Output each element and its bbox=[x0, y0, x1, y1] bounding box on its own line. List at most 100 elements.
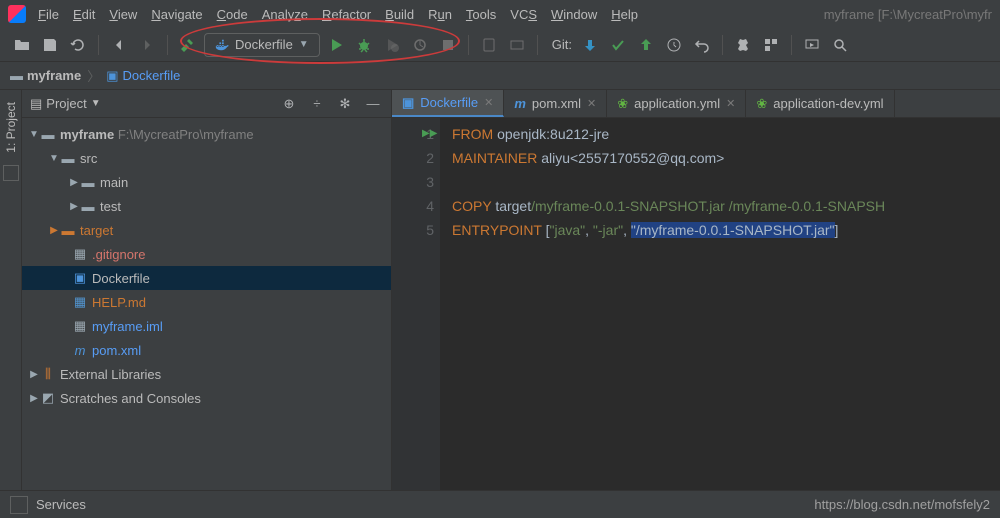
tree-scratches[interactable]: ◩ Scratches and Consoles bbox=[22, 386, 391, 410]
expand-all-icon[interactable]: ÷ bbox=[307, 94, 327, 114]
presentation-icon[interactable] bbox=[800, 33, 824, 57]
menu-analyze[interactable]: Analyze bbox=[262, 7, 308, 22]
profile-icon[interactable] bbox=[408, 33, 432, 57]
menu-view[interactable]: View bbox=[109, 7, 137, 22]
tab-dockerfile[interactable]: ▣ Dockerfile ✕ bbox=[392, 90, 504, 117]
run-icon[interactable] bbox=[324, 33, 348, 57]
menu-tools[interactable]: Tools bbox=[466, 7, 496, 22]
tree-main[interactable]: ▬ main bbox=[22, 170, 391, 194]
coverage-icon[interactable] bbox=[380, 33, 404, 57]
close-icon[interactable]: ✕ bbox=[587, 97, 596, 110]
tool-window-toggle[interactable] bbox=[10, 496, 28, 514]
tree-help[interactable]: ▦ HELP.md bbox=[22, 290, 391, 314]
gear-icon[interactable]: ✻ bbox=[335, 94, 355, 114]
spring-icon: ❀ bbox=[617, 96, 628, 112]
locate-icon[interactable]: ⊕ bbox=[279, 94, 299, 114]
git-update-icon[interactable] bbox=[578, 33, 602, 57]
git-history-icon[interactable] bbox=[662, 33, 686, 57]
debug-icon[interactable] bbox=[352, 33, 376, 57]
sdk-icon[interactable] bbox=[505, 33, 529, 57]
menu-help[interactable]: Help bbox=[611, 7, 638, 22]
git-rollback-icon[interactable] bbox=[690, 33, 714, 57]
back-icon[interactable] bbox=[107, 33, 131, 57]
stop-icon[interactable] bbox=[436, 33, 460, 57]
maven-icon: m bbox=[514, 96, 526, 111]
tab-pom[interactable]: m pom.xml ✕ bbox=[504, 90, 607, 117]
menu-run[interactable]: Run bbox=[428, 7, 452, 22]
folder-icon: ▬ bbox=[60, 151, 76, 166]
structure-tool-tab[interactable] bbox=[3, 165, 19, 181]
folder-icon: ▬ bbox=[80, 199, 96, 214]
hide-icon[interactable]: — bbox=[363, 94, 383, 114]
library-icon: ⫼ bbox=[40, 366, 56, 382]
breadcrumb-file[interactable]: ▣ Dockerfile bbox=[106, 68, 180, 84]
git-push-icon[interactable] bbox=[634, 33, 658, 57]
folder-icon: ▬ bbox=[10, 68, 23, 83]
docker-icon: ▣ bbox=[402, 95, 414, 111]
tab-app-dev-yml[interactable]: ❀ application-dev.yml bbox=[746, 90, 894, 117]
chevron-down-icon: ▼ bbox=[299, 39, 309, 50]
docker-icon bbox=[215, 38, 229, 52]
tree-test[interactable]: ▬ test bbox=[22, 194, 391, 218]
code-editor[interactable]: FROM openjdk:8u212-jreMAINTAINER aliyu<2… bbox=[440, 118, 1000, 490]
close-icon[interactable]: ✕ bbox=[726, 97, 735, 110]
scratches-icon: ◩ bbox=[40, 390, 56, 406]
run-config-dropdown[interactable]: Dockerfile ▼ bbox=[204, 33, 320, 57]
editor-gutter: 1▶▶ 2 3 4 5 bbox=[392, 118, 440, 490]
chevron-down-icon: ▼ bbox=[91, 98, 101, 109]
folder-icon: ▬ bbox=[80, 175, 96, 190]
forward-icon[interactable] bbox=[135, 33, 159, 57]
tab-app-yml[interactable]: ❀ application.yml ✕ bbox=[607, 90, 746, 117]
search-icon[interactable] bbox=[828, 33, 852, 57]
breadcrumb: ▬ myframe 〉 ▣ Dockerfile bbox=[0, 62, 1000, 90]
hammer-icon[interactable] bbox=[176, 33, 200, 57]
project-tree: ▬ myframe F:\MycreatPro\myframe ▬ src ▬ … bbox=[22, 118, 391, 414]
tree-src[interactable]: ▬ src bbox=[22, 146, 391, 170]
open-icon[interactable] bbox=[10, 33, 34, 57]
git-commit-icon[interactable] bbox=[606, 33, 630, 57]
save-icon[interactable] bbox=[38, 33, 62, 57]
menu-file[interactable]: File bbox=[38, 7, 59, 22]
close-icon[interactable]: ✕ bbox=[484, 96, 493, 109]
tree-root[interactable]: ▬ myframe F:\MycreatPro\myframe bbox=[22, 122, 391, 146]
menu-window[interactable]: Window bbox=[551, 7, 597, 22]
git-label: Git: bbox=[552, 37, 572, 52]
tree-gitignore[interactable]: ▦ .gitignore bbox=[22, 242, 391, 266]
menu-build[interactable]: Build bbox=[385, 7, 414, 22]
editor-tabs: ▣ Dockerfile ✕ m pom.xml ✕ ❀ application… bbox=[392, 90, 1000, 118]
tree-iml[interactable]: ▦ myframe.iml bbox=[22, 314, 391, 338]
structure-icon[interactable] bbox=[759, 33, 783, 57]
window-title-path: myframe [F:\MycreatPro\myfr bbox=[824, 7, 992, 22]
tree-dockerfile[interactable]: ▣ Dockerfile bbox=[22, 266, 391, 290]
menu-bar: File Edit View Navigate Code Analyze Ref… bbox=[0, 0, 1000, 28]
toolbar: Dockerfile ▼ Git: bbox=[0, 28, 1000, 62]
folder-icon: ▬ bbox=[40, 127, 56, 142]
breadcrumb-root[interactable]: ▬ myframe bbox=[10, 68, 81, 83]
run-config-name: Dockerfile bbox=[235, 37, 293, 52]
menu-refactor[interactable]: Refactor bbox=[322, 7, 371, 22]
watermark: https://blog.csdn.net/mofsfely2 bbox=[814, 497, 990, 512]
maven-icon: m bbox=[72, 343, 88, 358]
project-view-dropdown[interactable]: ▤ Project ▼ bbox=[30, 96, 101, 112]
run-gutter-icon[interactable]: ▶▶ bbox=[422, 122, 437, 146]
tree-external-libs[interactable]: ⫼ External Libraries bbox=[22, 362, 391, 386]
menu-navigate[interactable]: Navigate bbox=[151, 7, 202, 22]
settings-icon[interactable] bbox=[731, 33, 755, 57]
services-tool-button[interactable]: Services bbox=[36, 497, 86, 512]
app-icon bbox=[8, 5, 26, 23]
tree-pom[interactable]: m pom.xml bbox=[22, 338, 391, 362]
spring-icon: ❀ bbox=[756, 96, 767, 112]
status-bar: Services https://blog.csdn.net/mofsfely2 bbox=[0, 490, 1000, 518]
tree-target[interactable]: ▬ target bbox=[22, 218, 391, 242]
avd-icon[interactable] bbox=[477, 33, 501, 57]
editor-area: ▣ Dockerfile ✕ m pom.xml ✕ ❀ application… bbox=[392, 90, 1000, 490]
project-tool-tab[interactable]: 1: Project bbox=[2, 96, 20, 159]
menu-edit[interactable]: Edit bbox=[73, 7, 95, 22]
refresh-icon[interactable] bbox=[66, 33, 90, 57]
menu-code[interactable]: Code bbox=[217, 7, 248, 22]
breadcrumb-separator: 〉 bbox=[87, 66, 100, 85]
folder-icon: ▬ bbox=[60, 223, 76, 238]
project-panel: ▤ Project ▼ ⊕ ÷ ✻ — ▬ myframe F:\Mycreat… bbox=[22, 90, 392, 490]
file-icon: ▦ bbox=[72, 246, 88, 262]
menu-vcs[interactable]: VCS bbox=[510, 7, 537, 22]
